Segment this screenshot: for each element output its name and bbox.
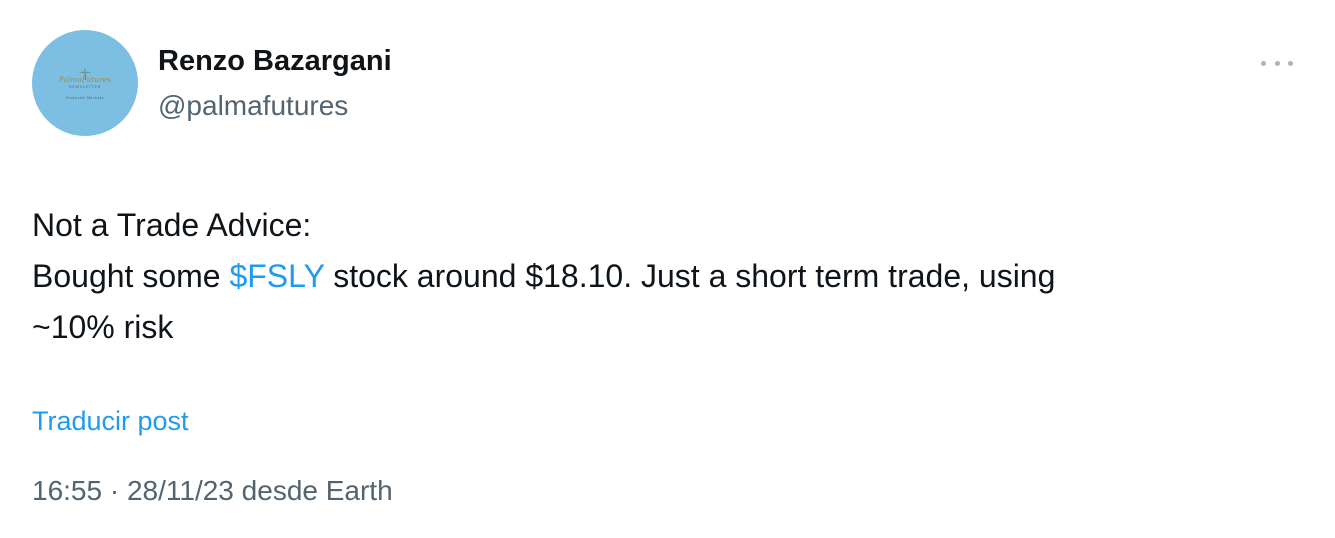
tweet-source: desde Earth: [233, 475, 393, 506]
avatar[interactable]: PalmaFutures NEWSLETTER Financial Market…: [32, 30, 138, 136]
tweet-line-1: Not a Trade Advice:: [32, 207, 312, 243]
avatar-logo-tagline: Financial Markets: [66, 96, 104, 100]
more-dot: [1274, 60, 1280, 66]
tweet-line-2: Bought some $FSLY stock around $18.10. J…: [32, 251, 1302, 302]
more-dot: [1261, 60, 1266, 66]
author-display-name[interactable]: Renzo Bazargani: [158, 43, 392, 79]
tweet-card: PalmaFutures NEWSLETTER Financial Market…: [0, 0, 1335, 538]
tweet-line-2-suffix: stock around $18.10. Just a short term t…: [324, 258, 1056, 294]
meta-separator: ·: [102, 475, 127, 506]
tweet-time[interactable]: 16:55: [32, 475, 102, 506]
translate-post-link[interactable]: Traducir post: [32, 404, 189, 438]
avatar-logo-title: PalmaFutures: [59, 76, 111, 84]
more-dot: [1288, 60, 1293, 66]
avatar-logo-subtitle: NEWSLETTER: [68, 85, 102, 89]
tweet-date[interactable]: 28/11/23: [127, 475, 234, 506]
tweet-line-3: ~10% risk: [32, 309, 174, 345]
cashtag-link[interactable]: $FSLY: [229, 258, 324, 294]
tweet-metadata: 16:55 · 28/11/23 desde Earth: [32, 474, 393, 508]
author-handle[interactable]: @palmafutures: [158, 89, 348, 123]
tweet-text: Not a Trade Advice: Bought some $FSLY st…: [32, 200, 1302, 353]
tweet-line-2-prefix: Bought some: [32, 258, 230, 294]
more-options-icon[interactable]: [1261, 55, 1293, 71]
